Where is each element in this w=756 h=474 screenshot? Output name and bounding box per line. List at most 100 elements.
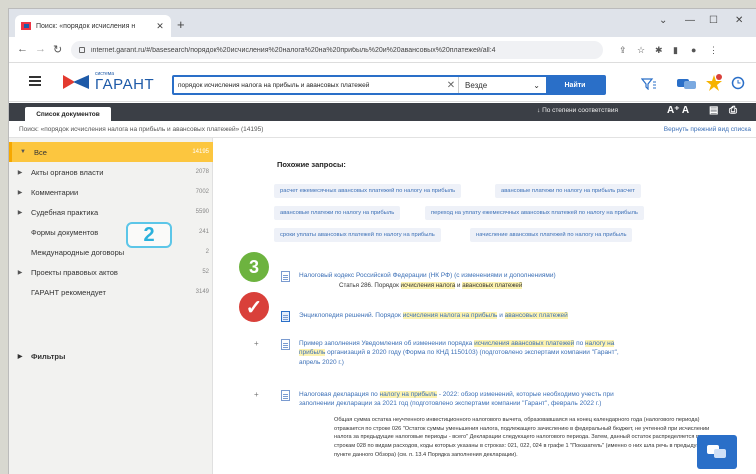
result-title-link[interactable]: Налоговая декларация по налогу на прибыл… [299, 390, 719, 409]
garant-logo[interactable]: система ГАРАНТ [63, 72, 154, 92]
sidebar-item-count: 3149 [195, 289, 209, 295]
similar-query-chip[interactable]: сроки уплаты авансовых платежей по налог… [274, 228, 441, 242]
result-highlight: авансовых платежей [504, 312, 568, 319]
filter-search-icon[interactable] [641, 78, 657, 90]
search-scope-value: Везде [465, 80, 488, 90]
tab-search-chevron-icon[interactable]: ⌄ [659, 15, 667, 26]
tab-close-icon[interactable]: ✕ [155, 21, 165, 32]
extensions-icon[interactable]: ✱ [655, 45, 663, 56]
history-clock-icon[interactable] [731, 76, 745, 90]
tab-document-list[interactable]: Список документов [25, 107, 111, 121]
save-list-icon[interactable]: ▤ [709, 105, 718, 116]
logo-wordmark: ГАРАНТ [95, 76, 155, 93]
result-subtitle[interactable]: Статья 286. Порядок исчисления налога и … [339, 282, 523, 291]
sidebar-item-court-practice[interactable]: ▶ Судебная практика 5590 [9, 202, 213, 222]
results-panel: Похожие запросы: расчет ежемесячных аван… [214, 138, 756, 474]
search-summary: Поиск: «порядок исчисления налога на при… [19, 126, 264, 133]
similar-query-chip[interactable]: авансовые платежи по налогу на прибыль р… [495, 184, 641, 198]
sort-order-label: По степени соответствия [542, 107, 618, 114]
sidebar-item-count: 14195 [192, 149, 209, 155]
sidebar-item-label: Акты органов власти [31, 167, 104, 177]
expand-plus-icon[interactable]: + [254, 390, 259, 399]
result-highlight: исчисления авансовых платежей [474, 340, 575, 347]
restore-list-view-link[interactable]: Вернуть прежний вид списка [664, 126, 751, 133]
annotation-badge-three: 3 [239, 252, 269, 282]
similar-queries-title: Похожие запросы: [277, 160, 346, 169]
search-button[interactable]: Найти [546, 77, 604, 93]
sidebar-item-label: Проекты правовых актов [31, 267, 118, 277]
category-sidebar: ▼ Все 14195 ▶ Акты органов власти 2078 ▶… [9, 138, 213, 474]
sidebar-item-label: Комментарии [31, 187, 79, 197]
hamburger-menu-icon[interactable] [29, 76, 41, 86]
expand-plus-icon[interactable]: + [254, 339, 259, 348]
sort-order-select[interactable]: ↓ По степени соответствия [537, 107, 618, 114]
result-highlight: налогу на [585, 340, 615, 347]
filters-label: Фильтры [31, 351, 66, 361]
clear-search-icon[interactable]: ✕ [444, 80, 458, 91]
encyclopedia-icon [281, 311, 290, 322]
filters-toggle[interactable]: ▶ Фильтры [9, 346, 213, 366]
online-help-button[interactable] [697, 435, 737, 469]
result-highlight: авансовых платежей [462, 282, 523, 289]
back-arrow-icon[interactable]: ← [17, 43, 28, 55]
font-size-control[interactable]: A⁺ A [667, 105, 689, 116]
search-scope-select[interactable]: Везде ⌄ [458, 77, 546, 93]
profile-icon[interactable]: ● [691, 45, 696, 55]
sidebar-item-comments[interactable]: ▶ Комментарии 7002 [9, 182, 213, 202]
minimize-button[interactable]: — [685, 15, 695, 26]
similar-query-chip[interactable]: расчет ежемесячных авансовых платежей по… [274, 184, 462, 198]
document-icon [281, 271, 290, 282]
sidebar-item-document-forms[interactable]: Формы документов 241 [9, 222, 213, 242]
result-title-link[interactable]: Налоговый кодекс Российской Федерации (Н… [299, 271, 556, 280]
new-tab-button[interactable]: + [177, 17, 185, 32]
sidebar-item-international-treaties[interactable]: Международные договоры 2 [9, 242, 213, 262]
result-title-text: Налоговая декларация по [299, 391, 380, 398]
browser-tab[interactable]: Поиск: «порядок исчисления н ✕ [15, 15, 171, 37]
result-highlight: прибыль [299, 349, 326, 357]
url-field[interactable]: internet.garant.ru/#/basesearch/порядок%… [71, 41, 603, 59]
users-chat-icon[interactable] [677, 78, 697, 90]
similar-query-chip[interactable]: начисление авансовых платежей по налогу … [470, 228, 633, 242]
browser-menu-icon[interactable]: ⋮ [709, 45, 718, 56]
browser-window: Поиск: «порядок исчисления н ✕ + ⌄ — ☐ ✕… [8, 8, 756, 474]
result-title-text: - 2022: обзор изменений, которые необход… [437, 391, 614, 398]
annotation-check-icon: ✓ [239, 292, 269, 322]
maximize-button[interactable]: ☐ [709, 15, 718, 26]
sidebar-item-label: Все [34, 147, 47, 157]
bookmark-star-icon[interactable]: ☆ [637, 45, 645, 56]
document-icon [281, 390, 290, 401]
sidebar-item-label: Судебная практика [31, 207, 99, 217]
favorites-star-icon[interactable] [705, 74, 723, 92]
annotation-badge-two: 2 [126, 222, 172, 248]
print-icon[interactable]: ⎙ [729, 105, 737, 116]
sidebar-item-count: 52 [202, 269, 209, 275]
result-subtitle-text: Статья 286. Порядок [339, 282, 401, 289]
sidebar-item-count: 2078 [195, 169, 209, 175]
close-window-button[interactable]: ✕ [735, 15, 743, 26]
similar-query-chip[interactable]: авансовые платежи по налогу на прибыль [274, 206, 401, 220]
result-title-text: Пример заполнения Уведомления об изменен… [299, 340, 475, 347]
sidebar-item-government-acts[interactable]: ▶ Акты органов власти 2078 [9, 162, 213, 182]
garant-favicon-icon [21, 22, 31, 30]
search-bar: порядок исчисления налога на прибыль и а… [172, 75, 606, 95]
share-icon[interactable]: ⇪ [619, 45, 627, 56]
result-title-link[interactable]: Энциклопедия решений. Порядок исчисления… [299, 311, 568, 320]
forward-arrow-icon[interactable]: → [35, 43, 46, 55]
address-bar-row: ← → ↻ internet.garant.ru/#/basesearch/по… [9, 37, 756, 63]
result-title-text: заполнении декларации за 2021 год (подго… [299, 400, 602, 408]
document-icon [281, 339, 290, 350]
result-title-text: апрель 2020 г.) [299, 358, 344, 366]
sidebar-item-garant-recommends[interactable]: ГАРАНТ рекомендует 3149 [9, 282, 213, 302]
sidebar-panel-icon[interactable]: ▮ [673, 45, 678, 56]
result-title-link[interactable]: Пример заполнения Уведомления об изменен… [299, 339, 719, 367]
similar-query-chip[interactable]: переход на уплату ежемесячных авансовых … [425, 206, 644, 220]
garant-header: система ГАРАНТ порядок исчисления налога… [9, 64, 756, 102]
result-title-text: и [497, 312, 505, 319]
expand-arrow-icon: ▶ [17, 269, 23, 276]
sidebar-item-all[interactable]: ▼ Все 14195 [9, 142, 213, 162]
search-input[interactable]: порядок исчисления налога на прибыль и а… [174, 82, 444, 89]
reload-icon[interactable]: ↻ [53, 43, 62, 56]
chat-bubbles-icon [707, 445, 726, 458]
expand-arrow-icon: ▶ [17, 169, 23, 176]
sidebar-item-draft-acts[interactable]: ▶ Проекты правовых актов 52 [9, 262, 213, 282]
